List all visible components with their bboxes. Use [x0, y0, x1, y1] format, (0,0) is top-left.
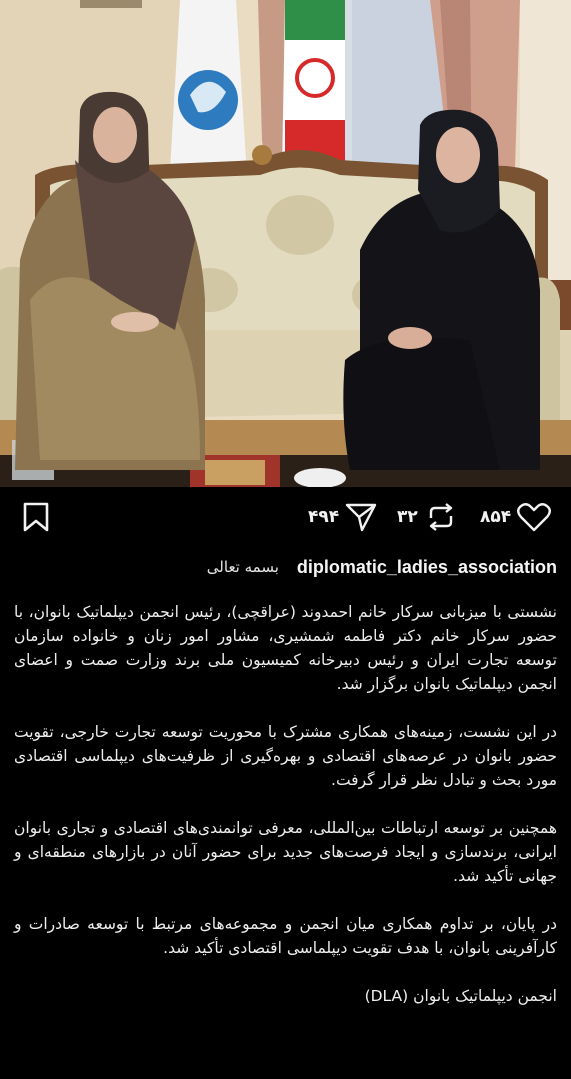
caption-paragraph-3: همچنین بر توسعه ارتباطات بین‌المللی، معر…: [14, 819, 557, 885]
paper-plane-icon: [345, 503, 377, 532]
save-button[interactable]: [22, 501, 50, 533]
repost-button[interactable]: ۳۲: [397, 501, 456, 533]
post-caption: بسمه تعالی diplomatic_ladies_association…: [0, 547, 571, 1079]
caption-paragraph-2: در این نشست، زمینه‌های همکاری مشترک با م…: [14, 723, 557, 789]
caption-header: بسمه تعالی diplomatic_ladies_association: [14, 547, 557, 587]
heart-icon: [517, 503, 552, 532]
post-photo-illustration: [0, 0, 571, 487]
like-button[interactable]: ۸۵۴: [480, 501, 552, 533]
repost-count: ۳۲: [397, 507, 418, 527]
bookmark-icon: [23, 502, 49, 532]
caption-opening: بسمه تعالی: [206, 558, 279, 576]
post-photo[interactable]: [0, 0, 571, 487]
share-button[interactable]: ۴۹۴: [308, 501, 377, 533]
username-link[interactable]: diplomatic_ladies_association: [297, 557, 557, 578]
like-count: ۸۵۴: [480, 507, 512, 527]
caption-paragraph-1: نشستی با میزبانی سرکار خانم احمدوند (عرا…: [14, 603, 557, 693]
share-count: ۴۹۴: [308, 507, 340, 527]
caption-signature: انجمن دیپلماتیک بانوان (DLA): [364, 987, 557, 1005]
repost-icon: [429, 503, 452, 531]
post-action-bar: ۸۵۴ ۳۲ ۴۹۴: [0, 487, 571, 547]
caption-paragraph-4: در پایان، بر تداوم همکاری میان انجمن و م…: [14, 915, 557, 957]
